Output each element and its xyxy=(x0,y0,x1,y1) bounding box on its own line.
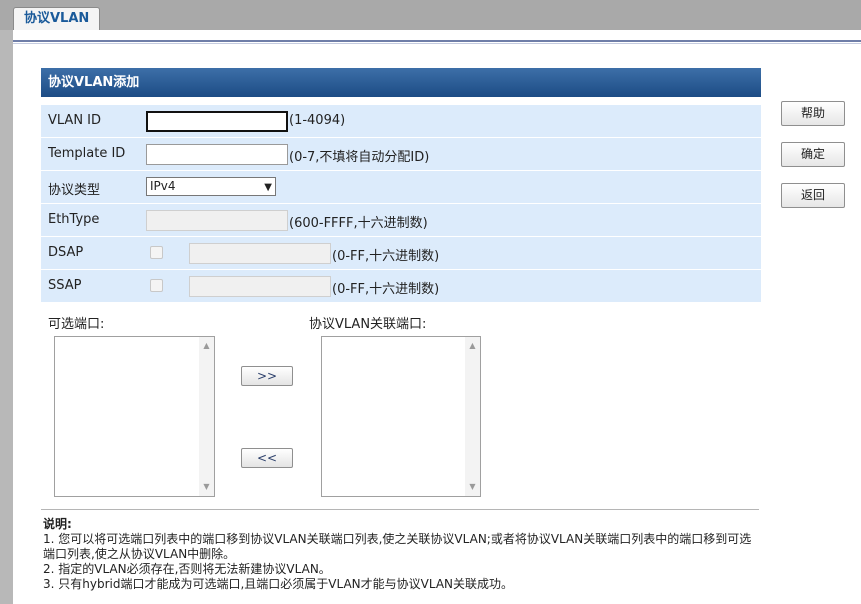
available-ports-list[interactable]: ▲ ▼ xyxy=(54,336,215,497)
notes-section: 说明: 1. 您可以将可选端口列表中的端口移到协议VLAN关联端口列表,使之关联… xyxy=(43,517,759,592)
template-id-label: Template ID xyxy=(48,146,126,161)
divider-line xyxy=(13,43,861,44)
scroll-up-icon[interactable]: ▲ xyxy=(465,339,480,353)
protocol-type-row: 协议类型 IPv4 ▼ xyxy=(41,171,761,203)
dsap-hint: (0-FF,十六进制数) xyxy=(332,249,440,264)
move-left-button[interactable]: << xyxy=(241,448,293,468)
protocol-type-value: IPv4 xyxy=(150,179,176,193)
scroll-up-icon[interactable]: ▲ xyxy=(199,339,214,353)
divider xyxy=(41,509,759,510)
move-right-button[interactable]: >> xyxy=(241,366,293,386)
dsap-row: DSAP (0-FF,十六进制数) xyxy=(41,237,761,269)
ethtype-row: EthType (600-FFFF,十六进制数) xyxy=(41,204,761,236)
chevron-down-icon: ▼ xyxy=(264,182,272,193)
confirm-button[interactable]: 确定 xyxy=(781,142,845,167)
ssap-hint: (0-FF,十六进制数) xyxy=(332,282,440,297)
ssap-row: SSAP (0-FF,十六进制数) xyxy=(41,270,761,302)
protocol-type-select[interactable]: IPv4 ▼ xyxy=(146,177,276,196)
associated-ports-label: 协议VLAN关联端口: xyxy=(309,317,427,332)
scrollbar[interactable]: ▲ ▼ xyxy=(465,337,480,496)
scrollbar[interactable]: ▲ ▼ xyxy=(199,337,214,496)
ethtype-input[interactable] xyxy=(146,210,288,231)
dsap-input[interactable] xyxy=(189,243,331,264)
associated-ports-list[interactable]: ▲ ▼ xyxy=(321,336,481,497)
protocol-type-label: 协议类型 xyxy=(48,183,101,198)
vlan-id-row: VLAN ID (1-4094) xyxy=(41,105,761,137)
vlan-id-label: VLAN ID xyxy=(48,113,102,128)
dsap-label: DSAP xyxy=(48,245,84,260)
divider-line xyxy=(13,40,861,42)
scroll-down-icon[interactable]: ▼ xyxy=(465,480,480,494)
template-id-row: Template ID (0-7,不填将自动分配ID) xyxy=(41,138,761,170)
panel-title: 协议VLAN添加 xyxy=(41,68,761,97)
ssap-input[interactable] xyxy=(189,276,331,297)
notes-title: 说明: xyxy=(43,517,72,531)
scroll-down-icon[interactable]: ▼ xyxy=(199,480,214,494)
tab-protocol-vlan[interactable]: 协议VLAN xyxy=(13,7,101,31)
vlan-id-input[interactable] xyxy=(146,111,288,132)
dsap-checkbox[interactable] xyxy=(150,246,163,259)
template-id-hint: (0-7,不填将自动分配ID) xyxy=(289,150,430,165)
help-button[interactable]: 帮助 xyxy=(781,101,845,126)
vlan-id-hint: (1-4094) xyxy=(289,113,346,128)
ssap-label: SSAP xyxy=(48,278,82,293)
left-gutter xyxy=(0,30,13,604)
note-item: 2. 指定的VLAN必须存在,否则将无法新建协议VLAN。 xyxy=(43,562,331,576)
back-button[interactable]: 返回 xyxy=(781,183,845,208)
note-item: 1. 您可以将可选端口列表中的端口移到协议VLAN关联端口列表,使之关联协议VL… xyxy=(43,532,752,561)
ethtype-hint: (600-FFFF,十六进制数) xyxy=(289,216,428,231)
ethtype-label: EthType xyxy=(48,212,100,227)
ssap-checkbox[interactable] xyxy=(150,279,163,292)
available-ports-label: 可选端口: xyxy=(48,317,105,332)
top-tab-bar xyxy=(0,0,861,30)
note-item: 3. 只有hybrid端口才能成为可选端口,且端口必须属于VLAN才能与协议VL… xyxy=(43,577,514,591)
template-id-input[interactable] xyxy=(146,144,288,165)
